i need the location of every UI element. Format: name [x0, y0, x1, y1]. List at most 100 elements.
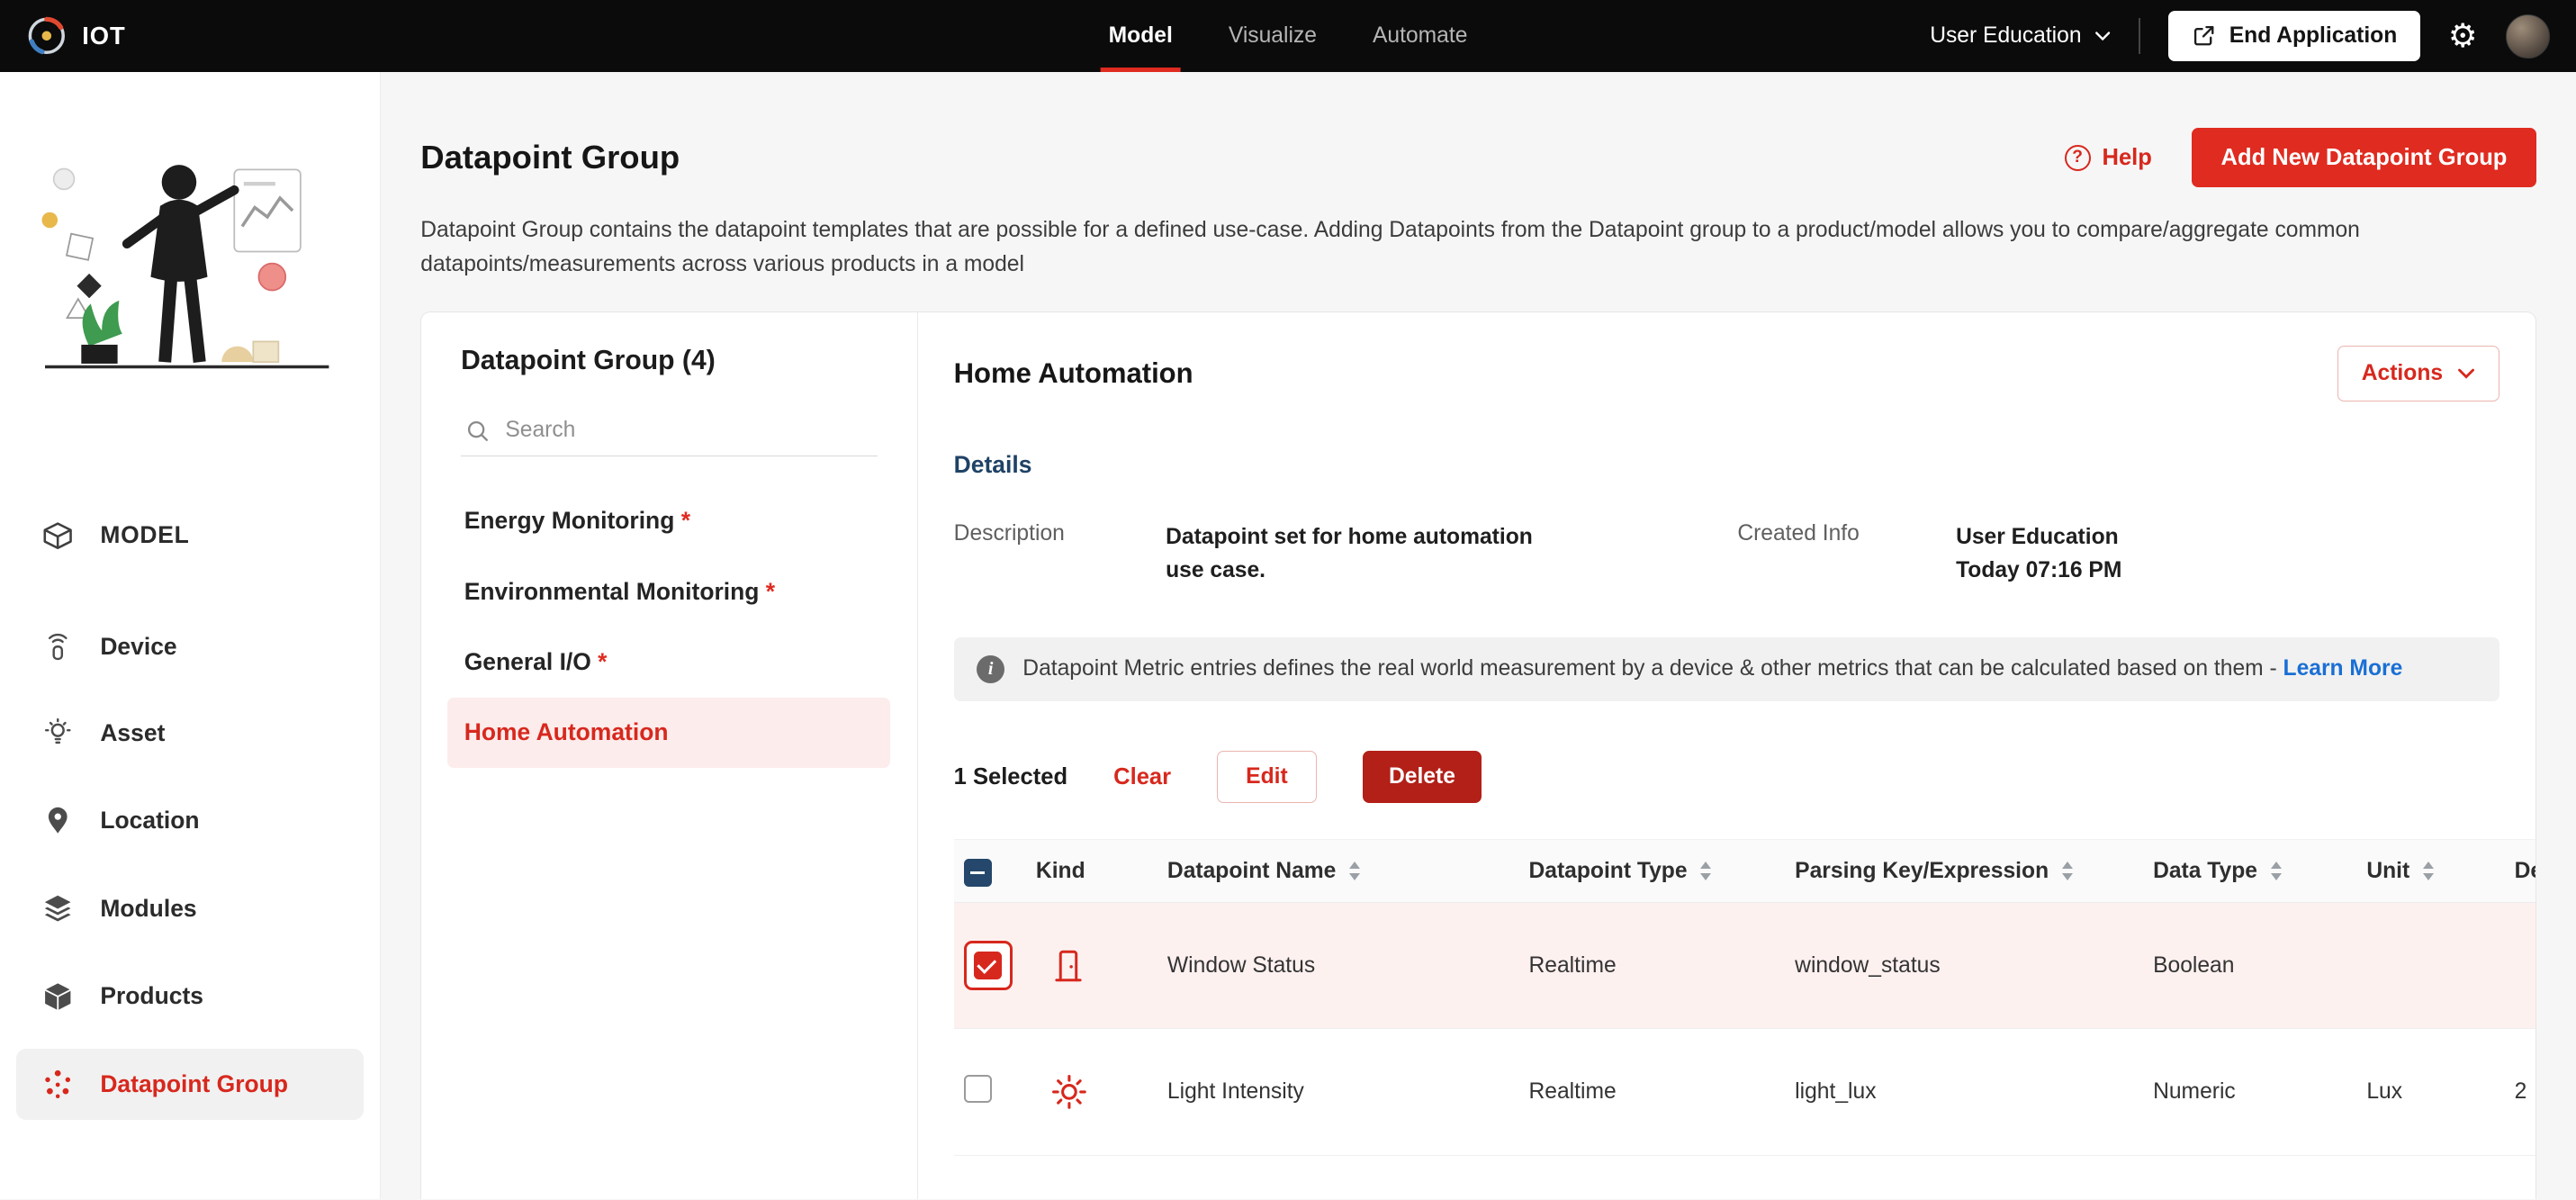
group-item-label: Home Automation [464, 718, 669, 746]
iot-logo-icon [26, 15, 68, 57]
column-datapoint-type[interactable]: Datapoint Type [1522, 839, 1788, 903]
clear-selection-link[interactable]: Clear [1113, 764, 1171, 790]
nav-visualize[interactable]: Visualize [1229, 0, 1317, 72]
search-box [461, 406, 878, 456]
sort-icon[interactable] [1700, 861, 1712, 881]
column-data-type[interactable]: Data Type [2146, 839, 2361, 903]
group-list-panel: Datapoint Group (4) Energy Monitoring* [421, 312, 918, 1200]
details-section-title: Details [953, 450, 1032, 478]
top-nav: Model Visualize Automate [1100, 0, 1467, 73]
details-meta: Description Datapoint set for home autom… [954, 521, 2499, 588]
brand-name: IOT [82, 22, 126, 50]
sidebar-item-label: Asset [100, 719, 166, 747]
cell-unit: Lux [2360, 1028, 2508, 1156]
cell-datapoint-name: Light Intensity [1160, 1028, 1523, 1156]
help-question-icon [2064, 144, 2091, 171]
info-icon [977, 654, 1005, 683]
learn-more-link[interactable]: Learn More [2283, 656, 2403, 681]
asset-icon [40, 717, 76, 750]
table-row[interactable]: Light Intensity Realtime light_lux Numer… [953, 1028, 2536, 1156]
delete-button[interactable]: Delete [1362, 750, 1482, 804]
required-star: * [598, 648, 608, 675]
select-all-checkbox[interactable] [963, 858, 992, 887]
page-description: Datapoint Group contains the datapoint t… [420, 218, 2360, 277]
column-unit[interactable]: Unit [2360, 839, 2508, 903]
products-icon [40, 980, 76, 1014]
group-item-general-io[interactable]: General I/O * [447, 627, 890, 697]
column-datapoint-name[interactable]: Datapoint Name [1160, 839, 1523, 903]
cell-data-type: Boolean [2146, 902, 2361, 1030]
end-application-button[interactable]: End Application [2168, 10, 2420, 62]
group-item-energy-monitoring[interactable]: Energy Monitoring * [447, 485, 890, 555]
column-decimal[interactable]: Dec [2508, 839, 2536, 903]
group-item-home-automation[interactable]: Home Automation [447, 697, 891, 769]
description-value: Datapoint set for home automation use ca… [1166, 525, 1533, 583]
model-icon [40, 519, 76, 553]
sidebar: MODEL Device Asset Location Modules Prod… [0, 72, 382, 1200]
cell-decimal: 2 [2508, 1028, 2536, 1156]
sidebar-item-label: Products [100, 982, 203, 1010]
sidebar-illustration [32, 138, 347, 398]
datapoint-group-icon [40, 1067, 76, 1101]
settings-gear-icon[interactable] [2448, 20, 2478, 53]
search-input[interactable] [505, 418, 875, 444]
created-time: Today 07:16 PM [1956, 558, 2122, 583]
sort-icon[interactable] [1348, 861, 1360, 881]
avatar[interactable] [2505, 14, 2550, 59]
sort-icon[interactable] [2422, 861, 2434, 881]
group-item-environmental-monitoring[interactable]: Environmental Monitoring * [447, 556, 890, 627]
device-icon [40, 630, 76, 663]
datapoints-table: Kind Datapoint Name Datapoint Type Parsi… [953, 839, 2536, 1156]
created-info-value: User Education Today 07:16 PM [1956, 521, 2366, 588]
sort-icon[interactable] [2270, 861, 2282, 881]
column-parsing-key[interactable]: Parsing Key/Expression [1788, 839, 2147, 903]
row-checkbox[interactable] [974, 951, 1003, 979]
selection-bar: 1 Selected Clear Edit Delete [954, 750, 2499, 804]
sidebar-item-asset[interactable]: Asset [16, 699, 364, 768]
help-link[interactable]: Help [2064, 144, 2152, 171]
page-header: Datapoint Group Help Add New Datapoint G… [420, 128, 2537, 188]
add-new-datapoint-group-button[interactable]: Add New Datapoint Group [2191, 128, 2537, 188]
user-menu[interactable]: User Education [1930, 23, 2111, 49]
cell-data-type: Numeric [2146, 1028, 2361, 1156]
sidebar-item-datapoint-group[interactable]: Datapoint Group [16, 1049, 365, 1120]
group-item-label: Energy Monitoring [464, 507, 675, 535]
group-list-title: Datapoint Group (4) [461, 345, 716, 375]
sort-icon[interactable] [2061, 861, 2073, 881]
sun-icon [1036, 1072, 1154, 1112]
group-detail-panel: Home Automation Actions Details Descript… [918, 312, 2536, 1199]
page-header-actions: Help Add New Datapoint Group [2064, 128, 2537, 188]
sidebar-item-label: Location [100, 806, 200, 834]
sidebar-item-location[interactable]: Location [16, 786, 364, 855]
sidebar-item-modules[interactable]: Modules [16, 873, 364, 943]
cell-datapoint-type: Realtime [1522, 902, 1788, 1030]
required-star: * [680, 507, 690, 535]
sidebar-item-device[interactable]: Device [16, 612, 364, 681]
end-application-label: End Application [2229, 23, 2398, 49]
sidebar-item-label: Modules [100, 894, 197, 922]
brand[interactable]: IOT [26, 15, 125, 57]
nav-model[interactable]: Model [1100, 0, 1181, 73]
sidebar-item-model[interactable]: MODEL [16, 501, 364, 571]
group-item-label: General I/O [464, 648, 591, 675]
app-root: IOT Model Visualize Automate User Educat… [0, 0, 2576, 1200]
topbar-right: User Education End Application [1930, 10, 2550, 62]
table-header-row: Kind Datapoint Name Datapoint Type Parsi… [953, 839, 2536, 903]
row-checkbox[interactable] [963, 1075, 992, 1104]
group-title: Home Automation [953, 357, 1193, 389]
edit-button[interactable]: Edit [1217, 750, 1317, 804]
column-kind[interactable]: Kind [1029, 839, 1161, 903]
datapoint-group-card: Datapoint Group (4) Energy Monitoring* [420, 311, 2537, 1200]
chevron-down-icon [2094, 31, 2111, 42]
nav-automate[interactable]: Automate [1373, 0, 1467, 72]
datapoints-table-wrap: Kind Datapoint Name Datapoint Type Parsi… [953, 839, 2536, 1156]
topbar-divider [2139, 18, 2141, 55]
chevron-down-icon [2457, 367, 2475, 381]
actions-button[interactable]: Actions [2337, 345, 2500, 402]
page-layout: MODEL Device Asset Location Modules Prod… [0, 72, 2576, 1200]
sidebar-item-products[interactable]: Products [16, 961, 364, 1031]
location-icon [40, 804, 76, 837]
help-label: Help [2102, 144, 2152, 170]
table-row[interactable]: Window Status Realtime window_status Boo… [953, 902, 2536, 1030]
info-banner-text: Datapoint Metric entries defines the rea… [1022, 656, 2402, 681]
